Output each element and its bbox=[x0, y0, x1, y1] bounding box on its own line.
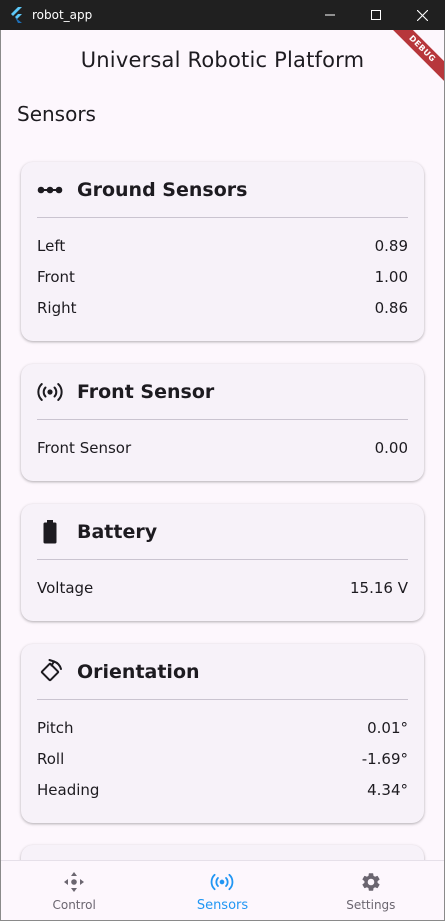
ground-sensors-card: Ground Sensors Left 0.89 Front 1.00 Righ… bbox=[21, 162, 424, 341]
card-header: Orientation bbox=[37, 644, 408, 700]
close-icon bbox=[416, 9, 428, 21]
front-sensor-card: Front Sensor Front Sensor 0.00 bbox=[21, 364, 424, 481]
row-value: 0.86 bbox=[374, 298, 408, 317]
sensor-row-left: Left 0.89 bbox=[37, 230, 408, 261]
card-title: Orientation bbox=[77, 660, 200, 683]
row-label: Front Sensor bbox=[37, 438, 132, 457]
sensor-row-voltage: Voltage 15.16 V bbox=[37, 572, 408, 603]
bottom-navigation: Control Sensors Settings bbox=[0, 860, 445, 921]
row-value: 1.00 bbox=[374, 267, 408, 286]
card-header: Ground Sensors bbox=[37, 162, 408, 218]
row-value: 0.01° bbox=[367, 718, 408, 737]
nav-item-sensors[interactable]: Sensors bbox=[148, 861, 296, 921]
row-value: 0.00 bbox=[374, 438, 408, 457]
card-title: Ground Sensors bbox=[77, 178, 248, 201]
minimize-icon bbox=[325, 14, 335, 16]
window-titlebar: robot_app bbox=[0, 0, 445, 30]
row-label: Voltage bbox=[37, 578, 94, 597]
window-title: robot_app bbox=[32, 8, 93, 22]
row-label: Left bbox=[37, 236, 66, 255]
dots-horizontal-icon bbox=[37, 177, 63, 203]
card-title: Battery bbox=[77, 520, 158, 543]
orientation-card: Orientation Pitch 0.01° Roll -1.69° Head… bbox=[21, 644, 424, 823]
nav-label: Control bbox=[52, 898, 96, 912]
sensor-row-heading: Heading 4.34° bbox=[37, 774, 408, 805]
sensor-row-front: Front 1.00 bbox=[37, 261, 408, 292]
close-button[interactable] bbox=[399, 0, 445, 30]
sensors-icon bbox=[210, 870, 234, 894]
nav-item-control[interactable]: Control bbox=[0, 861, 148, 921]
app-bar: Universal Robotic Platform bbox=[0, 30, 445, 90]
flutter-logo-icon bbox=[11, 7, 22, 23]
next-card-partial bbox=[21, 845, 424, 860]
card-header: Front Sensor bbox=[37, 364, 408, 420]
debug-banner: DEBUG bbox=[385, 30, 445, 90]
card-title: Front Sensor bbox=[77, 380, 215, 403]
row-value: 4.34° bbox=[367, 780, 408, 799]
sensor-row-right: Right 0.86 bbox=[37, 292, 408, 323]
row-label: Front bbox=[37, 267, 75, 286]
gear-icon bbox=[359, 870, 383, 894]
nav-label: Settings bbox=[346, 898, 396, 912]
app-title: Universal Robotic Platform bbox=[80, 48, 365, 72]
sensor-card-list[interactable]: Ground Sensors Left 0.89 Front 1.00 Righ… bbox=[0, 148, 445, 860]
row-value: -1.69° bbox=[361, 749, 408, 768]
window-controls bbox=[307, 0, 445, 30]
row-value: 0.89 bbox=[374, 236, 408, 255]
row-label: Roll bbox=[37, 749, 65, 768]
sensor-row-pitch: Pitch 0.01° bbox=[37, 712, 408, 743]
nav-item-settings[interactable]: Settings bbox=[297, 861, 445, 921]
card-header: Battery bbox=[37, 504, 408, 560]
rotate-icon bbox=[37, 658, 63, 685]
row-label: Pitch bbox=[37, 718, 74, 737]
row-label: Heading bbox=[37, 780, 100, 799]
battery-card: Battery Voltage 15.16 V bbox=[21, 504, 424, 621]
move-control-icon bbox=[62, 870, 86, 894]
nav-label: Sensors bbox=[196, 897, 249, 913]
sensor-row-front-sensor: Front Sensor 0.00 bbox=[37, 432, 408, 463]
maximize-button[interactable] bbox=[353, 0, 399, 30]
minimize-button[interactable] bbox=[307, 0, 353, 30]
debug-ribbon-label: DEBUG bbox=[385, 30, 445, 86]
sensors-icon bbox=[37, 379, 63, 405]
row-value: 15.16 V bbox=[350, 578, 408, 597]
sensor-row-roll: Roll -1.69° bbox=[37, 743, 408, 774]
maximize-icon bbox=[371, 10, 381, 20]
row-label: Right bbox=[37, 298, 77, 317]
battery-icon bbox=[37, 519, 63, 545]
page-title: Sensors bbox=[17, 102, 96, 126]
